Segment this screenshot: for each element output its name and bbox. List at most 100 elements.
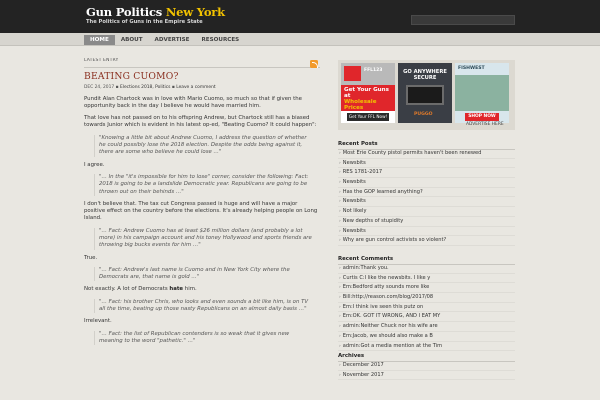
rss-icon[interactable] — [310, 60, 318, 68]
recent-post-item[interactable]: › Newsbits — [338, 159, 515, 169]
post-blockquote: "… Fact: Andrew's last name is Cuomo and… — [94, 266, 314, 282]
recent-post-item[interactable]: › Most Erie County pistol permits haven't… — [338, 149, 515, 159]
post-blockquote: "Knowing a little bit about Andrew Cuomo… — [94, 134, 314, 157]
archive-item[interactable]: › December 2017 — [338, 361, 515, 371]
ad-headline: GO ANYWHERE SECURE — [403, 69, 447, 82]
comment-icon: ▪ — [171, 84, 175, 90]
arrow-icon: › — [339, 275, 341, 281]
recent-comment-item[interactable]: › admin:Thank you. — [338, 264, 515, 274]
recent-comment-text: Em:Jacob, we should also make a B — [342, 332, 433, 339]
recent-post-link: Newsbits — [342, 227, 366, 234]
recent-comment-text: admin:Got a media mention at the Tim — [342, 342, 443, 349]
ffl-logo-icon — [344, 66, 361, 81]
post-categories[interactable]: Elections 2018, Politics — [120, 85, 170, 90]
recent-comment-item[interactable]: › Bill:http://reason.com/blog/2017/08 — [338, 293, 515, 303]
post-meta: DEC 24, 2017 ▪ Elections 2018, Politics … — [84, 85, 320, 91]
post-blockquote: "… Fact: Andrew Cuomo has at least $26 m… — [94, 227, 314, 250]
post-blockquote: "… In the "it's impossible for him to lo… — [94, 173, 314, 196]
post-paragraph: I agree. — [84, 161, 105, 168]
recent-post-item[interactable]: › Newsbits — [338, 178, 515, 188]
arrow-icon: › — [339, 304, 341, 310]
recent-comments-list: › admin:Thank you. › Curtis C:I like the n… — [338, 264, 515, 352]
recent-comment-item[interactable]: › Em:Bedford atty sounds more like — [338, 283, 515, 294]
nav-home[interactable]: HOME — [84, 35, 115, 45]
post-paragraph: Pundit Alan Chartock was in love with Ma… — [84, 95, 303, 109]
arrow-icon: › — [339, 170, 341, 176]
recent-comment-item[interactable]: › Em:OK. GOT IT WRONG, AND I EAT MY — [338, 312, 515, 323]
recent-post-item[interactable]: › New depths of stupidity — [338, 217, 515, 227]
post-title[interactable]: BEATING CUOMO? — [84, 71, 320, 83]
category-icon: ▪ — [115, 84, 119, 90]
post-paragraph: Irrelevant. — [84, 318, 112, 325]
archive-link: December 2017 — [342, 362, 384, 368]
post-date: DEC 24, 2017 — [84, 84, 115, 90]
recent-comment-item[interactable]: › admin:Got a media mention at the Tim — [338, 342, 515, 352]
recent-comment-text: Bill:http://reason.com/blog/2017/08 — [342, 294, 434, 301]
arrow-icon: › — [339, 314, 341, 320]
site-header: Gun Politics New York The Politics of Gu… — [0, 0, 600, 33]
arrow-icon: › — [339, 238, 341, 244]
recent-post-link: RES 1781-2017 — [342, 169, 383, 176]
gun-case-image — [406, 85, 444, 105]
recent-comment-text: Em:I think ive seen this putz on — [342, 303, 424, 310]
ad-puggo[interactable]: GO ANYWHERE SECURE PUGGO — [398, 63, 452, 123]
arrow-icon: › — [339, 160, 341, 166]
archive-link: November 2017 — [342, 371, 384, 378]
ad-brand: FFL123 — [364, 68, 383, 73]
arrow-icon: › — [339, 266, 341, 271]
latest-entry-label: LATEST ENTRY — [84, 58, 119, 63]
recent-post-link: Newsbits — [342, 159, 366, 166]
ad-panel: FFL123 Get Your Guns at Wholesale Prices… — [338, 60, 515, 130]
ad-brand: PUGGO — [414, 112, 433, 117]
recent-comment-item[interactable]: › Em:I think ive seen this putz on — [338, 303, 515, 313]
recent-comment-text: Em:OK. GOT IT WRONG, AND I EAT MY — [342, 313, 441, 320]
ad-line: Get Your Guns at — [344, 87, 389, 100]
nav-advertise[interactable]: ADVERTISE — [149, 35, 196, 45]
recent-posts-list: › Most Erie County pistol permits haven't… — [338, 149, 515, 246]
main-nav: HOME ABOUT ADVERTISE RESOURCES — [84, 35, 245, 45]
ad-fishwest[interactable]: FISHWEST SHOP NOW — [455, 63, 509, 123]
recent-comment-text: admin:Thank you. — [342, 265, 389, 271]
site-title-highlight: New York — [165, 5, 225, 19]
nav-about[interactable]: ABOUT — [115, 35, 149, 45]
recent-post-item[interactable]: › Not likely — [338, 207, 515, 217]
recent-post-link: Why are gun control activists so violent… — [342, 237, 447, 244]
search-button[interactable] — [504, 16, 514, 24]
ad-ffl123[interactable]: FFL123 Get Your Guns at Wholesale Prices… — [341, 63, 395, 123]
post-blockquote: "… Fact: his brother Chris, who looks an… — [94, 298, 314, 314]
recent-post-item[interactable]: › RES 1781-2017 — [338, 168, 515, 179]
recent-post-item[interactable]: › Has the GOP learned anything? — [338, 188, 515, 198]
arrow-icon: › — [339, 295, 341, 301]
arrow-icon: › — [339, 209, 341, 215]
recent-comment-item[interactable]: › admin:Neither Chuck nor his wife are — [338, 322, 515, 332]
paragraph-text: him. — [183, 286, 197, 293]
recent-post-item[interactable]: › Why are gun control activists so violen… — [338, 236, 515, 246]
leave-comment-link[interactable]: Leave a comment — [176, 85, 215, 90]
post-paragraph: True. — [84, 254, 98, 261]
ad-headline: Get Your Guns at Wholesale Prices — [341, 85, 395, 111]
arrow-icon: › — [339, 228, 341, 234]
recent-post-link: New depths of stupidity — [342, 217, 404, 224]
recent-comment-item[interactable]: › Em:Jacob, we should also make a B — [338, 332, 515, 342]
post-paragraph: That love has not passed on to his offsp… — [84, 115, 317, 129]
recent-post-item[interactable]: › Newsbits — [338, 197, 515, 208]
ad-cta-button[interactable]: SHOP NOW — [465, 113, 499, 121]
advertise-here-link[interactable]: ADVERTISE HERE — [466, 122, 504, 128]
recent-post-link: Most Erie County pistol permits haven't … — [342, 150, 482, 156]
fishing-image — [455, 75, 509, 111]
nav-resources[interactable]: RESOURCES — [195, 35, 245, 45]
arrow-icon: › — [339, 343, 341, 349]
post-blockquote: "… Fact: the list of Republican contende… — [94, 330, 314, 346]
recent-post-link: Has the GOP learned anything? — [342, 188, 423, 195]
recent-comment-text: Em:Bedford atty sounds more like — [342, 284, 430, 291]
arrow-icon: › — [339, 333, 341, 339]
ad-cta-button[interactable]: Get Your FFL Now! — [347, 113, 389, 121]
divider — [84, 67, 320, 69]
search-input[interactable] — [411, 15, 515, 25]
recent-comment-item[interactable]: › Curtis C:I like the newsbits. I like y — [338, 274, 515, 284]
arrow-icon: › — [339, 363, 341, 368]
arrow-icon: › — [339, 199, 341, 205]
archive-item[interactable]: › November 2017 — [338, 371, 515, 381]
recent-post-link: Newsbits — [342, 179, 366, 186]
recent-post-item[interactable]: › Newsbits — [338, 227, 515, 237]
